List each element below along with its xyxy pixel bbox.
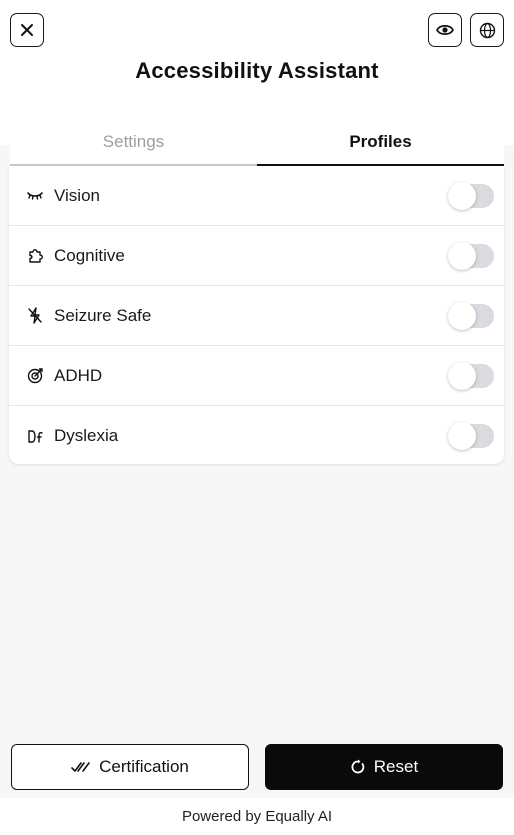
profile-label: Vision: [54, 185, 100, 205]
toggle-knob: [448, 361, 476, 390]
certification-button[interactable]: Certification: [11, 744, 249, 790]
adhd-toggle[interactable]: [448, 361, 494, 390]
puzzle-icon: [26, 247, 44, 265]
profile-row-adhd[interactable]: ADHD: [9, 346, 504, 406]
reset-icon: [350, 759, 366, 775]
powered-by-text: Powered by Equally AI: [181, 808, 333, 825]
eye-icon: [436, 24, 454, 36]
globe-icon: [479, 22, 495, 38]
page-title: Accessibility Assistant: [135, 58, 379, 83]
profile-row-cognitive[interactable]: Cognitive: [9, 226, 504, 286]
toggle-knob: [448, 181, 476, 210]
profile-label: ADHD: [54, 365, 103, 385]
tab-bar: Settings Profiles: [10, 120, 504, 166]
profile-row-seizure-safe[interactable]: Seizure Safe: [9, 286, 504, 346]
reset-button[interactable]: Reset: [265, 744, 503, 790]
vision-toggle[interactable]: [448, 181, 494, 210]
lightning-off-icon: [26, 307, 44, 325]
profile-row-dyslexia[interactable]: Dyslexia: [9, 406, 504, 466]
tab-profiles[interactable]: Profiles: [257, 120, 504, 166]
profile-label: Cognitive: [54, 245, 125, 265]
dyslexia-icon: [26, 427, 44, 445]
tab-settings[interactable]: Settings: [10, 120, 257, 166]
toggle-knob: [448, 301, 476, 330]
certification-label: Certification: [99, 757, 189, 776]
close-button[interactable]: [10, 13, 44, 47]
profiles-list: Vision Cognitive Seizure Safe ADHD Dysle…: [9, 166, 504, 464]
cognitive-toggle[interactable]: [448, 241, 494, 270]
language-button[interactable]: [470, 13, 504, 47]
profile-label: Seizure Safe: [54, 305, 152, 325]
closed-eye-icon: [26, 187, 44, 205]
visibility-button[interactable]: [428, 13, 462, 47]
reset-label: Reset: [373, 757, 419, 776]
profile-row-vision[interactable]: Vision: [9, 166, 504, 226]
footer: Powered by Equally AI: [0, 798, 514, 835]
close-icon: [21, 24, 33, 36]
double-check-icon: [71, 760, 91, 774]
seizure-safe-toggle[interactable]: [448, 301, 494, 330]
dyslexia-toggle[interactable]: [448, 422, 494, 450]
toggle-knob: [448, 241, 476, 270]
target-icon: [26, 367, 44, 385]
profile-label: Dyslexia: [54, 426, 119, 445]
toggle-knob: [448, 422, 476, 450]
